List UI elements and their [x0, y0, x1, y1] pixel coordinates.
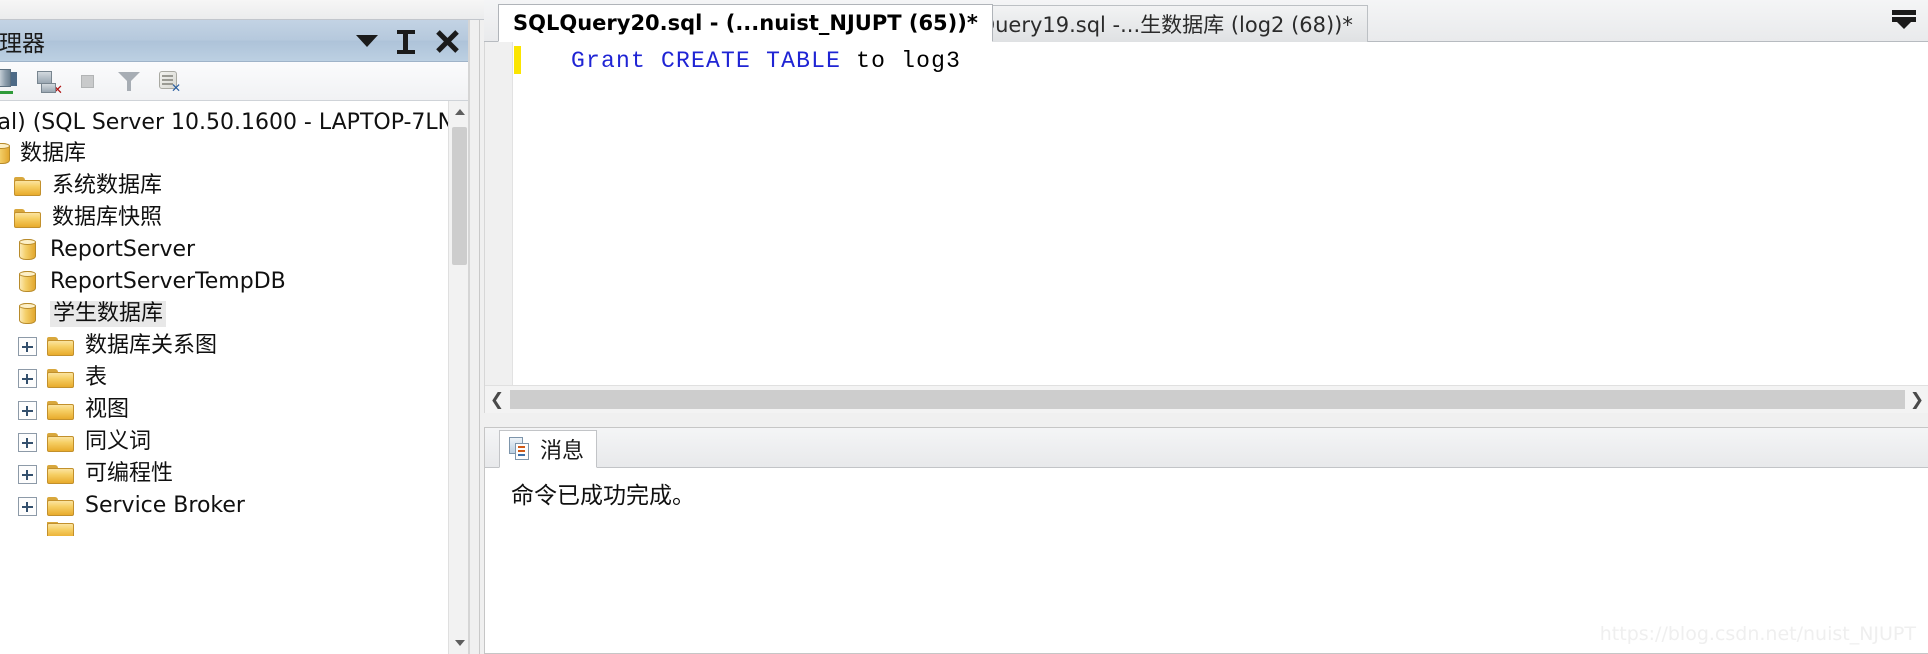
auto-hide-button[interactable]: [396, 28, 416, 54]
connect-button[interactable]: [0, 68, 22, 94]
tree-item-system-databases[interactable]: 系统数据库: [0, 170, 470, 202]
panel-title: 管理器: [0, 30, 45, 57]
filter-button[interactable]: [116, 68, 142, 94]
tree-item-reportserver[interactable]: ReportServer: [0, 234, 470, 266]
tab-label: SQLQuery19.sql -...生数据库 (log2 (68))*: [937, 13, 1353, 37]
tree-item-label: 学生数据库: [50, 301, 167, 327]
messages-tabstrip: 消息: [485, 428, 1928, 468]
tree-item-programmability[interactable]: 可编程性: [0, 458, 470, 490]
tree-item-synonyms[interactable]: 同义词: [0, 426, 470, 458]
object-explorer-panel: 管理器 ✕ ✕ ocal) (SQL Server 10.50.1600 - L…: [0, 20, 470, 654]
sql-identifier-log3: log3: [901, 48, 962, 74]
expand-icon[interactable]: [18, 432, 37, 452]
code-line-1: Grant CREATE TABLE to log3: [571, 47, 961, 75]
expand-icon[interactable]: [18, 464, 37, 484]
tab-label: 消息: [540, 439, 585, 464]
tree-item-service-broker[interactable]: Service Broker: [0, 490, 470, 522]
tree-item-label: ReportServer: [50, 237, 196, 262]
panel-title-buttons: [356, 28, 460, 54]
object-explorer-toolbar: ✕ ✕: [0, 62, 470, 101]
folder-icon: [14, 175, 42, 197]
tree-item-databases[interactable]: 数据库: [0, 138, 470, 170]
tree-item-tables[interactable]: 表: [0, 362, 470, 394]
tab-list-menu[interactable]: [1890, 8, 1918, 30]
tree-item-label: 数据库快照: [52, 205, 163, 230]
folder-icon: [47, 495, 75, 517]
tree-item-label: 同义词: [85, 429, 152, 454]
tree-item-label: 数据库: [20, 141, 87, 166]
vertical-splitter[interactable]: [470, 20, 484, 654]
scroll-left-button[interactable]: ❮: [485, 386, 509, 413]
database-icon: [18, 270, 38, 294]
disconnect-button[interactable]: ✕: [36, 68, 63, 96]
sql-text-to: to: [841, 48, 902, 74]
watermark: https://blog.csdn.net/nuist_NJUPT: [1599, 623, 1916, 645]
message-text: 命令已成功完成。: [511, 483, 695, 509]
tree-item-reportservertempdb[interactable]: ReportServerTempDB: [0, 266, 470, 298]
ssms-window: 管理器 ✕ ✕ ocal) (SQL Server 10.50.1600 - L…: [0, 0, 1928, 654]
stop-button[interactable]: [76, 68, 102, 94]
tree-scrollbar[interactable]: [448, 101, 470, 654]
editor-horizontal-scrollbar[interactable]: ❮ ❯: [485, 385, 1928, 413]
expand-icon[interactable]: [18, 336, 37, 356]
folder-icon: [14, 207, 42, 229]
expand-icon[interactable]: [18, 400, 37, 420]
tree-item-database-diagrams[interactable]: 数据库关系图: [0, 330, 470, 362]
tree-item-student-database[interactable]: 学生数据库: [0, 298, 470, 330]
sql-keyword-create: CREATE: [661, 48, 752, 74]
messages-body[interactable]: 命令已成功完成。: [485, 468, 1928, 510]
editor-tabbar: SQLQuery20.sql - (...nuist_NJUPT (65))* …: [484, 0, 1928, 42]
expand-icon[interactable]: [18, 496, 37, 516]
horizontal-splitter[interactable]: [484, 413, 1928, 427]
close-panel-button[interactable]: [434, 28, 460, 54]
database-icon: [18, 238, 38, 262]
sql-code-editor[interactable]: Grant CREATE TABLE to log3 ❮ ❯: [484, 42, 1928, 413]
messages-panel: 消息 命令已成功完成。 https://blog.csdn.net/nuist_…: [484, 427, 1928, 654]
folder-icon: [47, 399, 75, 421]
expand-icon[interactable]: [18, 368, 37, 388]
scroll-up-button[interactable]: [449, 101, 470, 123]
tab-messages[interactable]: 消息: [499, 430, 598, 468]
tree-item-label: 可编程性: [85, 461, 174, 486]
folder-icon: [47, 335, 75, 357]
tab-label: SQLQuery20.sql - (...nuist_NJUPT (65))*: [513, 11, 978, 35]
sql-keyword-grant: Grant: [571, 48, 647, 74]
tree-item-server[interactable]: ocal) (SQL Server 10.50.1600 - LAPTOP-7L…: [0, 106, 470, 138]
tree-item-partial[interactable]: [0, 522, 470, 536]
folder-icon: [47, 431, 75, 453]
tree-item-label: Service Broker: [85, 493, 245, 518]
tree-item-label: 系统数据库: [52, 173, 163, 198]
editor-area: SQLQuery20.sql - (...nuist_NJUPT (65))* …: [484, 0, 1928, 654]
editor-gutter: [485, 42, 513, 413]
tree-item-views[interactable]: 视图: [0, 394, 470, 426]
messages-icon: [509, 437, 531, 461]
window-menu-button[interactable]: [356, 34, 378, 47]
tree-item-label: 数据库关系图: [85, 333, 218, 358]
scroll-right-button[interactable]: ❯: [1905, 386, 1928, 413]
tab-sqlquery20[interactable]: SQLQuery20.sql - (...nuist_NJUPT (65))*: [498, 4, 993, 42]
tree-item-label: 视图: [85, 397, 130, 422]
scroll-down-button[interactable]: [449, 632, 470, 654]
database-icon: [18, 302, 38, 326]
sql-keyword-table: TABLE: [766, 48, 842, 74]
scroll-thumb[interactable]: [452, 127, 467, 265]
tree-item-label: ReportServerTempDB: [50, 269, 286, 294]
tree-item-database-snapshots[interactable]: 数据库快照: [0, 202, 470, 234]
report-button[interactable]: ✕: [156, 68, 182, 94]
object-explorer-titlebar: 管理器: [0, 20, 470, 62]
object-explorer-tree: ocal) (SQL Server 10.50.1600 - LAPTOP-7L…: [0, 101, 470, 654]
tree-item-label: 表: [85, 365, 108, 390]
folder-icon: [47, 522, 75, 536]
folder-icon: [47, 463, 75, 485]
database-icon: [0, 142, 12, 166]
folder-icon: [47, 367, 75, 389]
change-indicator: [514, 46, 521, 74]
scroll-thumb[interactable]: [510, 390, 1928, 409]
tree-item-label: ocal) (SQL Server 10.50.1600 - LAPTOP-7L…: [0, 109, 470, 135]
